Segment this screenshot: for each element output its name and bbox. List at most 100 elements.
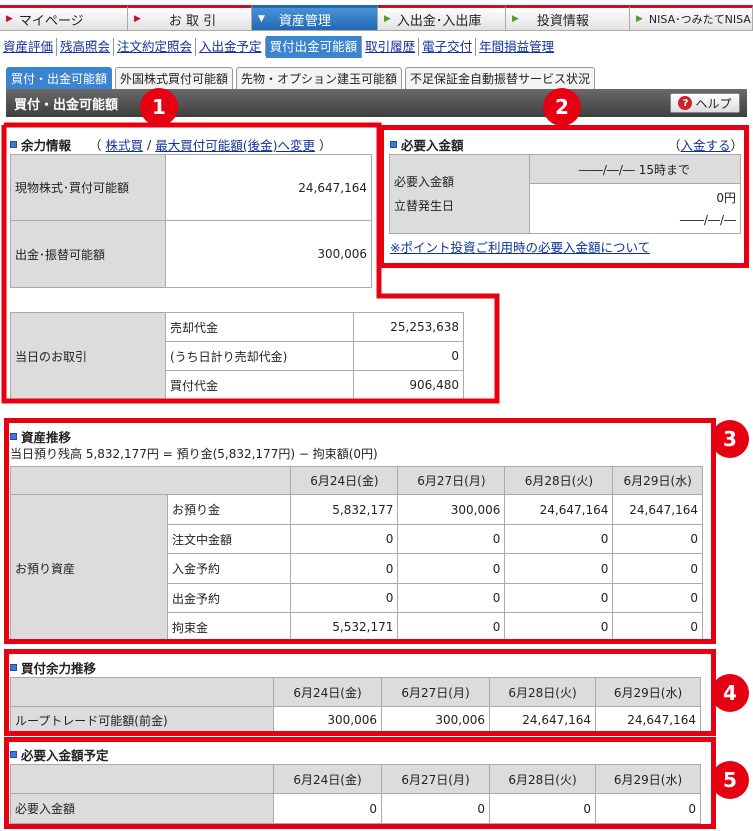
badge-2: 2 <box>543 88 581 126</box>
badge-4: 4 <box>711 674 749 712</box>
table-header-row: 6月24日(金) 6月27日(月) 6月28日(火) 6月29日(水) <box>9 466 703 495</box>
cell-value: 24,647,164 <box>504 494 614 525</box>
hitsuyo-labels: 必要入金額 立替発生日 <box>389 154 530 234</box>
sub-nav: 資産評価 残高照会 注文約定照会 入出金予定 買付出金可能額 取引履歴 電子交付… <box>0 35 557 59</box>
subnav-history[interactable]: 取引履歴 <box>362 38 420 56</box>
subnav-edelivery[interactable]: 電子交付 <box>419 38 477 56</box>
nav-tab-info[interactable]: ▶ 投資情報 <box>506 5 630 31</box>
tab-margin-transfer[interactable]: 不足保証金自動振替サービス状況 <box>405 67 596 89</box>
cell-value: 0 <box>504 524 614 554</box>
shisan-heading: 資産推移 <box>10 427 71 446</box>
column-header: 6月24日(金) <box>273 677 382 707</box>
cell-value: 300,006 <box>397 494 506 525</box>
cell-value: 0 <box>273 793 382 824</box>
hitsuyo-heading: 必要入金額 <box>390 135 464 154</box>
table-row: お預り資産 お預り金 5,832,177 300,006 24,647,164 … <box>10 494 703 642</box>
cell-value: 0 <box>612 524 703 554</box>
content-tabs: 買付・出金可能額 外国株式買付可能額 先物・オプション建玉可能額 不足保証金自動… <box>6 67 596 89</box>
cell-value: 0 <box>290 553 399 584</box>
badge-3: 3 <box>711 420 749 458</box>
nav-tab-mypage[interactable]: ▶ マイページ <box>0 5 128 31</box>
table-row: 出金･振替可能額 300,006 <box>10 220 372 288</box>
group-label: お預り資産 <box>10 494 168 642</box>
yotei-heading: 必要入金額予定 <box>10 745 109 764</box>
subnav-annual-pnl[interactable]: 年間損益管理 <box>476 38 557 56</box>
square-bullet-icon <box>10 433 17 440</box>
row-label: 出金予約 <box>166 583 292 613</box>
help-button[interactable]: ? ヘルプ <box>670 93 740 113</box>
triangle-down-icon: ▼ <box>258 14 265 24</box>
nav-tab-asset[interactable]: ▼ 資産管理 <box>252 5 378 31</box>
table-row: 現物株式･買付可能額 24,647,164 <box>10 154 372 221</box>
column-header: 6月29日(水) <box>595 764 701 794</box>
square-bullet-icon <box>10 664 17 671</box>
row-label: 売却代金 <box>165 312 354 342</box>
page-title-bar: 買付・出金可能額 ? ヘルプ <box>6 89 747 117</box>
triangle-right-icon: ▶ <box>134 14 141 24</box>
row-label: (うち日計り売却代金) <box>165 341 354 371</box>
kaitsuke-heading: 買付余力推移 <box>10 658 96 677</box>
nav-tab-trade[interactable]: ▶ お 取 引 <box>128 5 252 31</box>
amount-cell: 0円 ――/―/― <box>529 183 741 234</box>
cell-value: 0 <box>504 553 614 584</box>
cell-value: 5,532,171 <box>290 612 399 642</box>
top-nav: ▶ マイページ ▶ お 取 引 ▼ 資産管理 ▶ 入出金･入出庫 ▶ 投資情報 ▶ NISA… <box>0 5 753 31</box>
badge-1: 1 <box>140 88 178 126</box>
cell-value: 0 <box>397 612 506 642</box>
nav-tab-deposit[interactable]: ▶ 入出金･入出庫 <box>378 5 506 31</box>
row-label: 入金予約 <box>166 553 292 584</box>
tab-buying-power[interactable]: 買付・出金可能額 <box>6 67 113 89</box>
cell-value: 0 <box>612 583 703 613</box>
column-header: 6月28日(火) <box>489 764 596 794</box>
table-header-row: 6月24日(金) 6月27日(月) 6月28日(火) 6月29日(水) <box>10 764 701 794</box>
deposit-link[interactable]: 入金する <box>681 138 731 153</box>
row-label: 注文中金額 <box>166 524 292 554</box>
link-stock-buy[interactable]: 株式買 <box>106 135 144 154</box>
point-note-link[interactable]: ※ポイント投資ご利用時の必要入金額について <box>390 237 650 256</box>
triangle-right-icon: ▶ <box>512 14 519 24</box>
cell-value: 0 <box>397 524 506 554</box>
cell-value: 24,647,164 <box>489 706 596 734</box>
subnav-balance[interactable]: 残高照会 <box>57 38 115 56</box>
today-trade-table: 当日のお取引 売却代金 25,253,638 (うち日計り売却代金) 0 買付代… <box>10 312 464 400</box>
triangle-right-icon: ▶ <box>384 14 391 24</box>
cell-value: 0 <box>381 793 490 824</box>
question-icon: ? <box>678 96 693 110</box>
nav-tab-nisa[interactable]: ▶ NISA･つみたてNISA <box>630 5 753 31</box>
row-label: 必要入金額 <box>10 793 274 824</box>
tab-foreign-stock[interactable]: 外国株式買付可能額 <box>115 67 234 89</box>
row-label: 出金･振替可能額 <box>10 220 166 288</box>
column-header: 6月28日(火) <box>489 677 596 707</box>
yotei-table: 6月24日(金) 6月27日(月) 6月28日(火) 6月29日(水) 必要入金… <box>10 764 701 824</box>
subnav-buying-power[interactable]: 買付出金可能額 <box>265 36 363 58</box>
row-value: 24,647,164 <box>165 154 372 221</box>
table-row: ループトレード可能額(前金) 300,006 300,006 24,647,16… <box>10 706 701 734</box>
deadline-cell: ――/―/― 15時まで <box>529 154 741 184</box>
cell-value: 0 <box>595 793 701 824</box>
cell-value: 0 <box>290 524 399 554</box>
column-header: 6月24日(金) <box>273 764 382 794</box>
badge-5: 5 <box>711 761 749 799</box>
today-label: 当日のお取引 <box>10 312 166 400</box>
column-header: 6月28日(火) <box>504 466 614 495</box>
square-bullet-icon <box>10 141 17 148</box>
subnav-asset-eval[interactable]: 資産評価 <box>0 38 58 56</box>
row-value: 300,006 <box>165 220 372 288</box>
column-header: 6月27日(月) <box>381 677 490 707</box>
row-label: 拘束金 <box>166 612 292 642</box>
column-header: 6月29日(水) <box>612 466 703 495</box>
tab-futures-options[interactable]: 先物・オプション建玉可能額 <box>236 67 403 89</box>
link-max-buy[interactable]: 最大買付可能額(後金)へ変更 <box>155 135 315 154</box>
cell-value: 0 <box>397 583 506 613</box>
column-header: 6月24日(金) <box>290 466 399 495</box>
yoryoku-table: 現物株式･買付可能額 24,647,164 出金･振替可能額 300,006 <box>10 154 372 288</box>
row-value: 25,253,638 <box>353 312 464 342</box>
subnav-schedule[interactable]: 入出金予定 <box>196 38 266 56</box>
column-header: 6月29日(水) <box>595 677 701 707</box>
kaitsuke-table: 6月24日(金) 6月27日(月) 6月28日(火) 6月29日(水) ループト… <box>10 677 701 734</box>
cell-value: 0 <box>612 553 703 584</box>
subnav-orders[interactable]: 注文約定照会 <box>114 38 197 56</box>
triangle-right-icon: ▶ <box>6 14 13 24</box>
table-header-row: 6月24日(金) 6月27日(月) 6月28日(火) 6月29日(水) <box>10 677 701 707</box>
row-label: 買付代金 <box>165 370 354 400</box>
